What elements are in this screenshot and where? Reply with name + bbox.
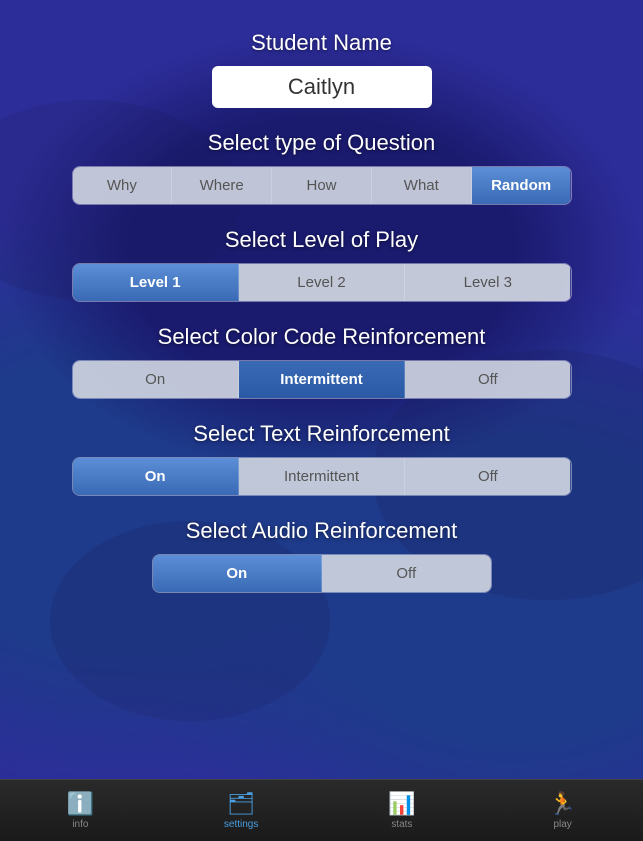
color-code-label: Select Color Code Reinforcement (158, 324, 486, 350)
text-intermittent-btn[interactable]: Intermittent (239, 458, 405, 495)
text-on-btn[interactable]: On (73, 458, 239, 495)
text-off-btn[interactable]: Off (405, 458, 570, 495)
tab-info-label: info (72, 819, 88, 830)
tab-stats[interactable]: 📊 stats (322, 785, 483, 836)
student-name-label: Student Name (251, 30, 392, 56)
settings-icon: 🗂 (227, 791, 255, 817)
question-how-btn[interactable]: How (272, 167, 372, 204)
tab-play[interactable]: 🏃 play (482, 785, 643, 836)
question-why-btn[interactable]: Why (73, 167, 173, 204)
question-what-btn[interactable]: What (372, 167, 472, 204)
audio-off-btn[interactable]: Off (322, 555, 491, 592)
tab-settings-label: settings (224, 819, 258, 830)
level-of-play-group: Level 1 Level 2 Level 3 (72, 263, 572, 302)
tab-stats-label: stats (391, 819, 412, 830)
level1-btn[interactable]: Level 1 (73, 264, 239, 301)
color-off-btn[interactable]: Off (405, 361, 570, 398)
text-reinforcement-label: Select Text Reinforcement (193, 421, 449, 447)
info-icon: ℹ️ (67, 791, 94, 817)
audio-reinforcement-group: On Off (152, 554, 492, 593)
level-of-play-label: Select Level of Play (225, 227, 418, 253)
student-name-input[interactable] (212, 66, 432, 108)
text-reinforcement-group: On Intermittent Off (72, 457, 572, 496)
tab-play-label: play (553, 819, 571, 830)
level2-btn[interactable]: Level 2 (239, 264, 405, 301)
play-icon: 🏃 (549, 791, 576, 817)
question-type-group: Why Where How What Random (72, 166, 572, 205)
audio-reinforcement-label: Select Audio Reinforcement (186, 518, 458, 544)
color-code-group: On Intermittent Off (72, 360, 572, 399)
question-random-btn[interactable]: Random (472, 167, 571, 204)
tab-info[interactable]: ℹ️ info (0, 785, 161, 836)
color-intermittent-btn[interactable]: Intermittent (239, 361, 405, 398)
tab-settings[interactable]: 🗂 settings (161, 785, 322, 836)
tab-bar: ℹ️ info 🗂 settings 📊 stats 🏃 play (0, 779, 643, 841)
color-on-btn[interactable]: On (73, 361, 239, 398)
question-type-label: Select type of Question (208, 130, 435, 156)
question-where-btn[interactable]: Where (172, 167, 272, 204)
stats-icon: 📊 (388, 791, 415, 817)
audio-on-btn[interactable]: On (153, 555, 323, 592)
level3-btn[interactable]: Level 3 (405, 264, 570, 301)
